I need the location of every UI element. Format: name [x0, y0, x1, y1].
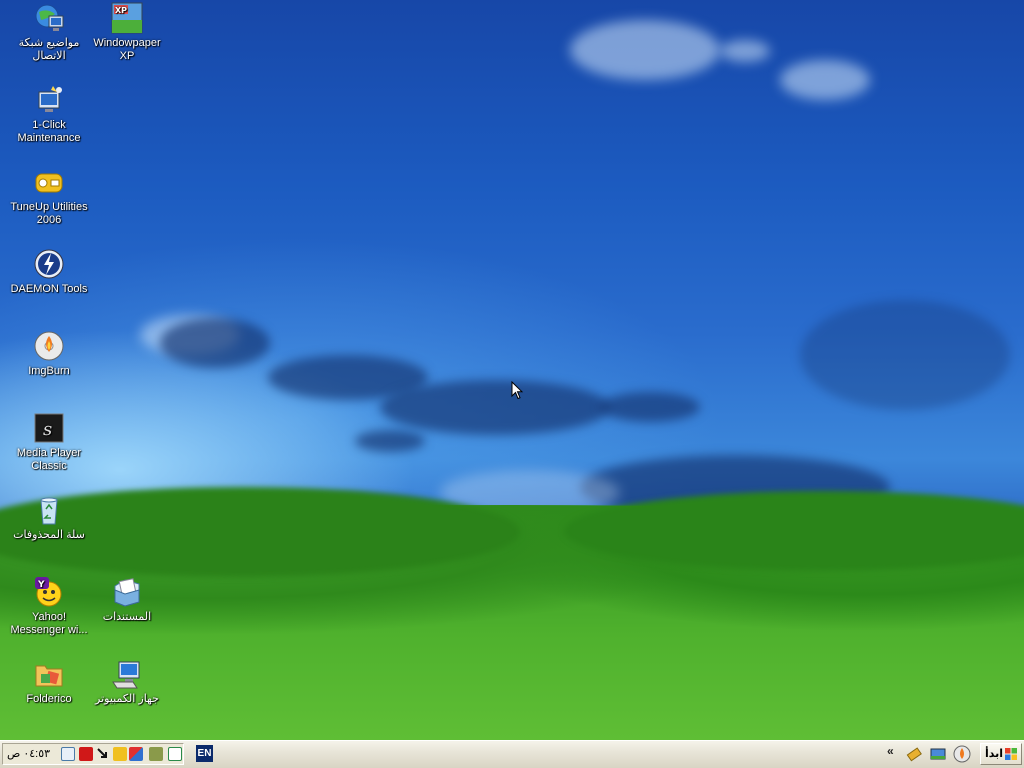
imgburn-icon	[33, 330, 65, 362]
desktop-icon-network-places[interactable]: مواضيع شبكة الاتصال	[8, 2, 90, 63]
quick-launch-tools-icon[interactable]	[905, 745, 923, 763]
network-tray-icon[interactable]	[96, 747, 110, 761]
battery-tray-icon[interactable]	[113, 747, 127, 761]
daemon-tools-icon	[33, 248, 65, 280]
desktop-icon-label: Media Player Classic	[16, 447, 82, 472]
yahoo-messenger-icon: Y	[33, 576, 65, 608]
my-computer-icon	[111, 658, 143, 690]
desktop-icon-label: المستندات	[102, 611, 152, 623]
quick-launch-imgburn-icon[interactable]	[953, 745, 971, 763]
notification-area: ٠٤:٥٣ ص	[2, 743, 184, 765]
mouse-cursor	[511, 380, 524, 405]
svg-text:XP: XP	[115, 6, 127, 15]
desktop-icon-label: Yahoo! Messenger wi...	[10, 611, 88, 636]
messenger-tray-icon[interactable]	[61, 747, 75, 761]
desktop-icon-label: Folderico	[26, 693, 72, 705]
desktop-icon-1-click-maintenance[interactable]: 1-Click Maintenance	[8, 84, 90, 145]
desktop-icon-label: DAEMON Tools	[10, 283, 88, 295]
quick-launch-desktop-icon[interactable]	[929, 745, 947, 763]
quick-launch-chevron[interactable]: «	[887, 744, 894, 758]
desktop-wallpaper	[0, 0, 1024, 740]
desktop-icon-tuneup-utilities[interactable]: TuneUp Utilities 2006	[8, 166, 90, 227]
sync-tray-icon[interactable]	[168, 747, 182, 761]
start-label: ابدأ	[985, 748, 1004, 760]
desktop-icon-label: TuneUp Utilities 2006	[10, 201, 88, 226]
media-player-classic-icon: s	[33, 412, 65, 444]
update-tray-icon[interactable]	[149, 747, 163, 761]
desktop-icon-my-documents[interactable]: المستندات	[86, 576, 168, 624]
windows-flag-icon	[1004, 747, 1018, 761]
recycle-bin-icon	[33, 494, 65, 526]
antivirus-tray-icon[interactable]	[79, 747, 93, 761]
security-tray-icon[interactable]	[129, 747, 143, 761]
desktop-icon-my-computer[interactable]: جهاز الكمبيوتر	[86, 658, 168, 706]
desktop-icon-media-player-classic[interactable]: s Media Player Classic	[8, 412, 90, 473]
svg-text:Y: Y	[37, 580, 45, 590]
desktop-icon-label: مواضيع شبكة الاتصال	[18, 37, 80, 62]
language-indicator[interactable]: EN	[196, 745, 213, 762]
desktop-icon-label: جهاز الكمبيوتر	[95, 693, 159, 705]
desktop-icon-windowpaper-xp[interactable]: XP Windowpaper XP	[86, 2, 168, 63]
folderico-icon	[33, 658, 65, 690]
desktop-icon-folderico[interactable]: Folderico	[8, 658, 90, 706]
clock[interactable]: ٠٤:٥٣ ص	[7, 747, 50, 760]
start-button[interactable]: ابدأ	[980, 743, 1022, 765]
svg-text:s: s	[43, 419, 52, 440]
my-documents-icon	[111, 576, 143, 608]
desktop-icon-recycle-bin[interactable]: سلة المحذوفات	[8, 494, 90, 542]
desktop-icon-label: سلة المحذوفات	[13, 529, 85, 541]
desktop-icon-daemon-tools[interactable]: DAEMON Tools	[8, 248, 90, 296]
desktop-icon-label: 1-Click Maintenance	[17, 119, 81, 144]
desktop-icon-imgburn[interactable]: ImgBurn	[8, 330, 90, 378]
tuneup-icon	[33, 166, 65, 198]
network-places-icon	[33, 2, 65, 34]
desktop-icon-yahoo-messenger[interactable]: Y Yahoo! Messenger wi...	[8, 576, 90, 637]
taskbar: ٠٤:٥٣ ص EN « ابدأ	[0, 740, 1024, 768]
maintenance-icon	[33, 84, 65, 116]
desktop-icon-label: Windowpaper XP	[93, 37, 161, 62]
windowpaper-xp-icon: XP	[111, 2, 143, 34]
desktop-icon-label: ImgBurn	[28, 365, 70, 377]
